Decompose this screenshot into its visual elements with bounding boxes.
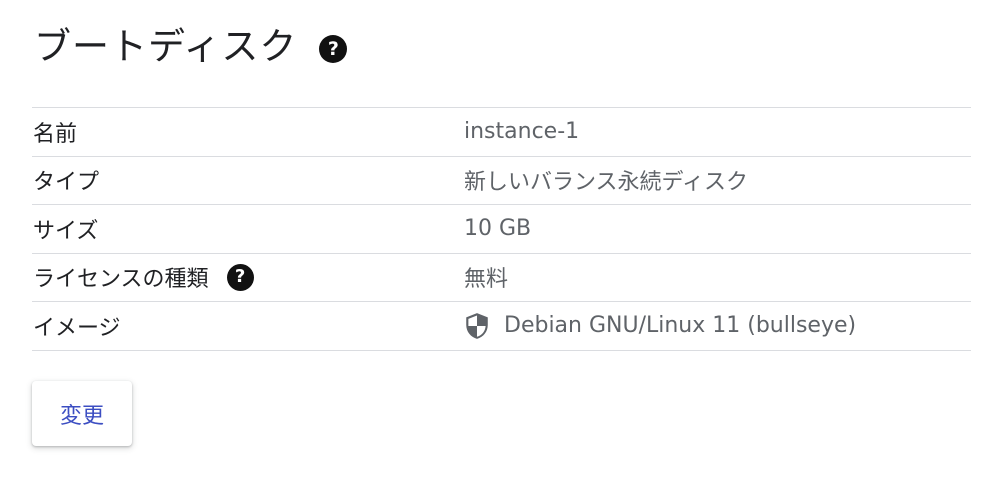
row-label-text: ライセンスの種類 — [33, 267, 209, 293]
page-title: ブートディスク — [34, 25, 298, 68]
table-row-license-type: ライセンスの種類 ? 無料 — [32, 254, 971, 302]
table-row-name: 名前 instance-1 — [32, 108, 971, 157]
row-value-with-icon: Debian GNU/Linux 11 (bullseye) — [464, 312, 856, 340]
table-row-type: タイプ 新しいバランス永続ディスク — [32, 157, 971, 205]
row-label: イメージ — [33, 315, 121, 341]
row-label: サイズ — [33, 218, 99, 244]
row-value-text: Debian GNU/Linux 11 (bullseye) — [504, 313, 857, 339]
section-header: ブートディスク ? — [34, 22, 348, 72]
change-button[interactable]: 変更 — [32, 381, 132, 446]
boot-disk-details-table: 名前 instance-1 タイプ 新しいバランス永続ディスク サイズ 10 G… — [32, 107, 971, 351]
row-value: instance-1 — [464, 119, 580, 145]
shield-icon — [464, 312, 490, 340]
row-value: 無料 — [464, 267, 509, 293]
table-row-image: イメージ Debian GNU/Linux 11 (bullseye) — [32, 302, 971, 351]
help-circle-icon[interactable]: ? — [319, 35, 348, 63]
help-circle-icon[interactable]: ? — [226, 263, 254, 291]
row-label: 名前 — [33, 121, 78, 147]
row-label-with-help: ライセンスの種類 ? — [32, 261, 464, 293]
row-value: 10 GB — [464, 216, 532, 242]
row-label: タイプ — [33, 170, 100, 196]
table-row-size: サイズ 10 GB — [32, 205, 971, 254]
row-value: 新しいバランス永続ディスク — [464, 170, 749, 196]
